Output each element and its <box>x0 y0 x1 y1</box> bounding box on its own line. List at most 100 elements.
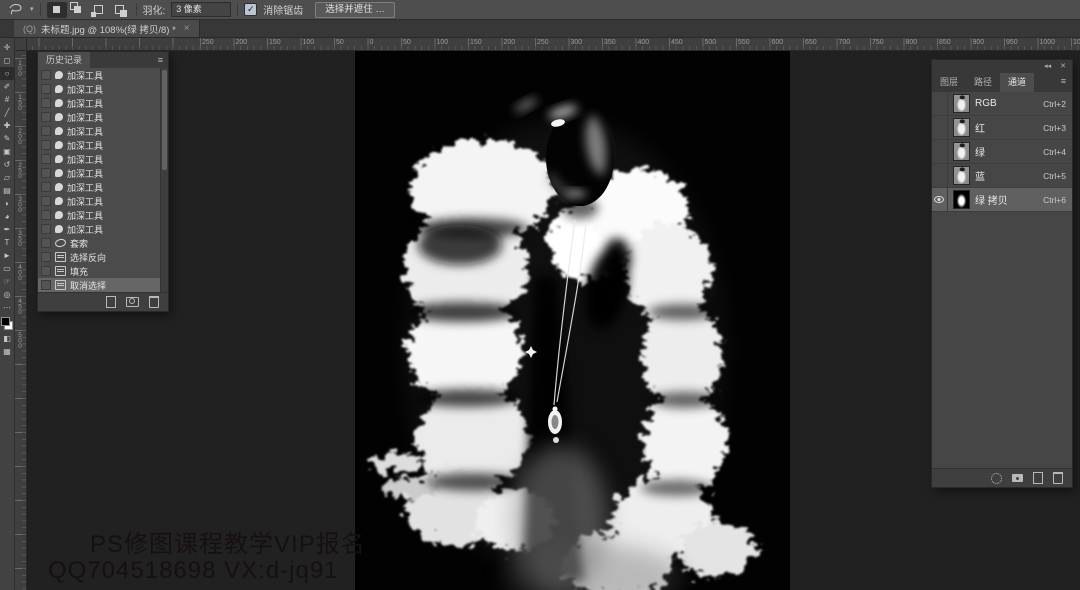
antialias-checkbox[interactable]: ✓ <box>244 3 258 16</box>
new-selection-mode[interactable] <box>46 1 67 18</box>
delete-channel-button[interactable] <box>1053 472 1063 484</box>
history-state-row[interactable]: 加深工具 <box>38 166 161 180</box>
tab-layers[interactable]: 图层 <box>932 73 966 92</box>
document-tab[interactable]: (Q) 未标题.jpg @ 108%(绿 拷贝/8) * × <box>14 20 200 37</box>
tab-paths[interactable]: 路径 <box>966 73 1000 92</box>
history-source-checkbox[interactable] <box>41 252 51 262</box>
hand-tool[interactable]: ☞ <box>0 275 14 288</box>
horizontal-ruler[interactable]: 250 200 150 100 50 0 50 100 150 200 250 300 350 400 45… <box>14 38 1080 51</box>
new-channel-button[interactable] <box>1033 472 1043 484</box>
pen-tool[interactable]: ✒ <box>0 223 14 236</box>
intersect-selection-mode[interactable] <box>110 2 130 18</box>
history-source-checkbox[interactable] <box>41 126 51 136</box>
history-source-checkbox[interactable] <box>41 140 51 150</box>
visibility-eye-icon[interactable] <box>932 92 948 115</box>
history-state-row[interactable]: 加深工具 <box>38 194 161 208</box>
select-and-mask-button[interactable]: 选择并遮住 … <box>315 1 395 18</box>
history-state-row[interactable]: 加深工具 <box>38 124 161 138</box>
move-tool[interactable]: ✛ <box>0 41 14 54</box>
红[interactable]: 红 Ctrl+3 <box>932 116 1072 140</box>
chevron-down-icon[interactable]: ▾ <box>30 6 34 13</box>
history-state-row[interactable]: 套索 <box>38 236 161 250</box>
history-source-checkbox[interactable] <box>41 98 51 108</box>
smudge-tool[interactable]: ◗ <box>0 197 14 210</box>
dodge-burn-tool[interactable]: ◕ <box>0 210 14 223</box>
feather-input[interactable]: 3 像素 <box>171 2 232 17</box>
path-select-tool[interactable]: ► <box>0 249 14 262</box>
蓝[interactable]: 蓝 Ctrl+5 <box>932 164 1072 188</box>
scrollbar-thumb[interactable] <box>162 70 167 170</box>
quick-mask-button[interactable]: ◧ <box>0 332 14 345</box>
color-swatches[interactable] <box>1 317 13 330</box>
zoom-tool[interactable]: ◎ <box>0 288 14 301</box>
history-source-checkbox[interactable] <box>41 210 51 220</box>
history-scrollbar[interactable] <box>160 68 168 292</box>
history-state-row[interactable]: 加深工具 <box>38 208 161 222</box>
close-panel-icon[interactable]: ✕ <box>1060 63 1066 70</box>
history-state-row[interactable]: 加深工具 <box>38 222 161 236</box>
RGB[interactable]: RGB Ctrl+2 <box>932 92 1072 116</box>
gradient-tool[interactable]: ▤ <box>0 184 14 197</box>
visibility-eye-icon[interactable] <box>932 140 948 163</box>
history-state-row[interactable]: 选择反向 <box>38 250 161 264</box>
history-source-checkbox[interactable] <box>41 70 51 80</box>
save-selection-as-channel-button[interactable] <box>1012 474 1023 482</box>
vertical-ruler[interactable]: 100 150 200 250 300 350 400 450 500 <box>14 50 27 590</box>
channel-thumbnail[interactable] <box>953 142 970 161</box>
collapse-panel-icon[interactable]: ◂◂ <box>1044 63 1051 70</box>
panel-menu-icon[interactable]: ≡ <box>158 55 168 65</box>
load-selection-button[interactable] <box>991 472 1002 484</box>
channel-thumbnail[interactable] <box>953 166 970 185</box>
add-selection-mode[interactable] <box>68 2 88 18</box>
history-source-checkbox[interactable] <box>41 112 51 122</box>
history-source-checkbox[interactable] <box>41 224 51 234</box>
visibility-eye-icon[interactable] <box>932 116 948 139</box>
history-source-checkbox[interactable] <box>41 238 51 248</box>
history-state-row[interactable]: 加深工具 <box>38 96 161 110</box>
eraser-tool[interactable]: ▱ <box>0 171 14 184</box>
screen-mode-button[interactable]: ▦ <box>0 345 14 358</box>
history-source-checkbox[interactable] <box>41 168 51 178</box>
lasso-tool[interactable]: ○ <box>0 67 14 80</box>
history-state-row[interactable]: 加深工具 <box>38 152 161 166</box>
toolbar-ellipsis[interactable]: ⋯ <box>0 301 14 314</box>
clone-stamp-tool[interactable]: ▣ <box>0 145 14 158</box>
history-state-row[interactable]: 填充 <box>38 264 161 278</box>
history-state-row[interactable]: 加深工具 <box>38 82 161 96</box>
marquee-tool[interactable]: ◻ <box>0 54 14 67</box>
history-source-checkbox[interactable] <box>41 266 51 276</box>
crop-tool[interactable]: # <box>0 93 14 106</box>
history-state-row[interactable]: 取消选择 <box>38 278 161 292</box>
delete-state-button[interactable] <box>149 296 159 308</box>
document-canvas[interactable] <box>355 50 790 590</box>
type-tool[interactable]: T <box>0 236 14 249</box>
quick-selection-tool[interactable]: ✐ <box>0 80 14 93</box>
close-icon[interactable]: × <box>184 23 190 34</box>
history-source-checkbox[interactable] <box>41 182 51 192</box>
visibility-eye-icon[interactable] <box>932 188 948 211</box>
channel-thumbnail[interactable] <box>953 118 970 137</box>
绿 拷贝[interactable]: 绿 拷贝 Ctrl+6 <box>932 188 1072 212</box>
history-brush-tool[interactable]: ↺ <box>0 158 14 171</box>
channel-thumbnail[interactable] <box>953 94 970 113</box>
history-state-row[interactable]: 加深工具 <box>38 138 161 152</box>
shape-tool[interactable]: ▭ <box>0 262 14 275</box>
foreground-color-swatch[interactable] <box>1 317 10 326</box>
history-source-checkbox[interactable] <box>41 154 51 164</box>
eyedropper-tool[interactable]: ╱ <box>0 106 14 119</box>
绿[interactable]: 绿 Ctrl+4 <box>932 140 1072 164</box>
new-doc-from-state-button[interactable] <box>106 296 116 308</box>
history-state-row[interactable]: 加深工具 <box>38 110 161 124</box>
panel-menu-icon[interactable]: ≡ <box>1061 77 1066 86</box>
history-source-checkbox[interactable] <box>41 84 51 94</box>
history-state-row[interactable]: 加深工具 <box>38 180 161 194</box>
visibility-eye-icon[interactable] <box>932 164 948 187</box>
channel-thumbnail[interactable] <box>953 190 970 209</box>
tab-channels[interactable]: 通道 <box>1000 73 1035 92</box>
history-source-checkbox[interactable] <box>41 280 51 290</box>
history-state-row[interactable]: 加深工具 <box>38 68 161 82</box>
new-snapshot-button[interactable] <box>126 297 139 307</box>
history-source-checkbox[interactable] <box>41 196 51 206</box>
healing-brush-tool[interactable]: ✚ <box>0 119 14 132</box>
subtract-selection-mode[interactable] <box>89 2 109 18</box>
